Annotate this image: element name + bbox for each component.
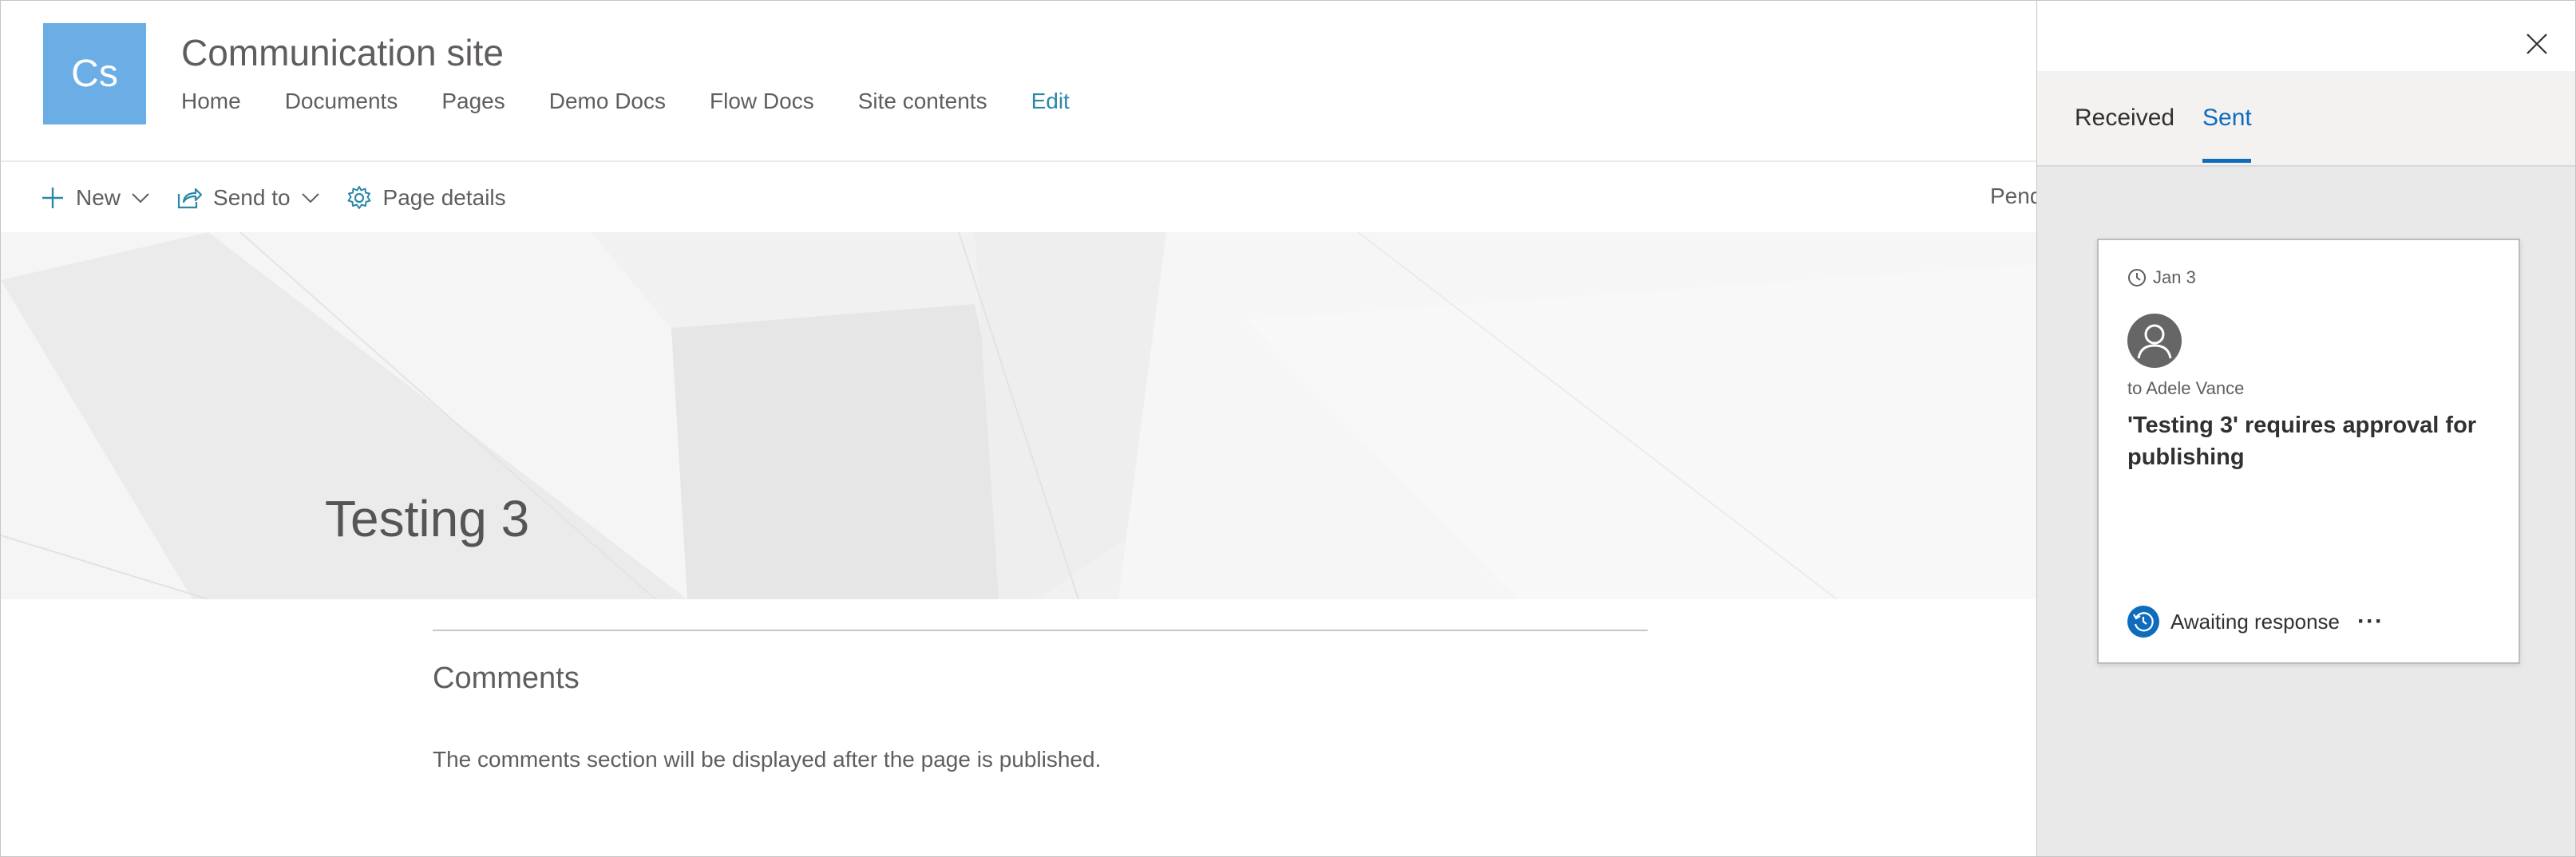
person-icon: [2127, 314, 2182, 368]
tab-sent[interactable]: Sent: [2202, 105, 2252, 132]
card-status: Awaiting response ···: [2127, 606, 2384, 638]
page-status-truncated: Pend: [1990, 184, 2043, 208]
comments-note: The comments section will be displayed a…: [433, 747, 1102, 772]
site-title[interactable]: Communication site: [181, 31, 504, 74]
new-button[interactable]: New: [41, 185, 149, 211]
site-nav: Home Documents Pages Demo Docs Flow Docs…: [181, 89, 1114, 114]
comments-heading: Comments: [433, 662, 580, 695]
nav-item-site-contents[interactable]: Site contents: [858, 89, 987, 114]
page-details-button[interactable]: Page details: [346, 185, 506, 211]
more-options-button[interactable]: ···: [2357, 608, 2384, 635]
app-frame: Cs Communication site Home Documents Pag…: [0, 0, 2576, 857]
close-icon: [2527, 34, 2547, 54]
clock-icon: [2128, 269, 2146, 286]
panel-tabs: Received Sent: [2037, 71, 2575, 167]
card-date-text: Jan 3: [2153, 267, 2196, 287]
nav-item-documents[interactable]: Documents: [285, 89, 398, 114]
new-label: New: [76, 185, 121, 210]
comments-divider: [433, 630, 1648, 631]
nav-item-home[interactable]: Home: [181, 89, 241, 114]
close-button[interactable]: [2524, 31, 2550, 57]
active-tab-indicator: [2202, 159, 2251, 163]
panel-header: [2037, 1, 2575, 71]
card-date: Jan 3: [2127, 267, 2196, 288]
send-to-label: Send to: [213, 185, 291, 210]
gear-icon: [347, 186, 371, 209]
approval-card[interactable]: Jan 3 to Adele Vance 'Testing 3' require…: [2097, 239, 2520, 664]
page-details-label: Page details: [382, 185, 506, 210]
nav-item-demo-docs[interactable]: Demo Docs: [549, 89, 666, 114]
page-title: Testing 3: [325, 490, 530, 547]
nav-item-edit[interactable]: Edit: [1031, 89, 1070, 114]
nav-item-flow-docs[interactable]: Flow Docs: [710, 89, 814, 114]
send-to-button[interactable]: Send to: [176, 185, 319, 211]
share-icon: [177, 188, 203, 209]
header-divider: [1, 160, 2036, 162]
command-bar: New Send to Page details: [41, 181, 533, 215]
card-recipient: to Adele Vance: [2127, 378, 2245, 398]
history-icon: [2127, 606, 2159, 638]
chevron-down-icon: [301, 193, 319, 203]
hero-banner: [1, 232, 2036, 599]
plus-icon: [42, 188, 63, 208]
card-title: 'Testing 3' requires approval for publis…: [2127, 413, 2477, 470]
card-status-text: Awaiting response: [2170, 609, 2340, 634]
tab-received[interactable]: Received: [2075, 105, 2174, 132]
nav-item-pages[interactable]: Pages: [441, 89, 505, 114]
site-logo[interactable]: Cs: [43, 23, 146, 124]
chevron-down-icon: [132, 193, 149, 203]
site-logo-initials: Cs: [71, 53, 118, 95]
hero-background-graphic: [1, 232, 2036, 599]
approvals-panel: Received Sent Jan 3 to Adele Vance 'Test…: [2036, 1, 2575, 856]
